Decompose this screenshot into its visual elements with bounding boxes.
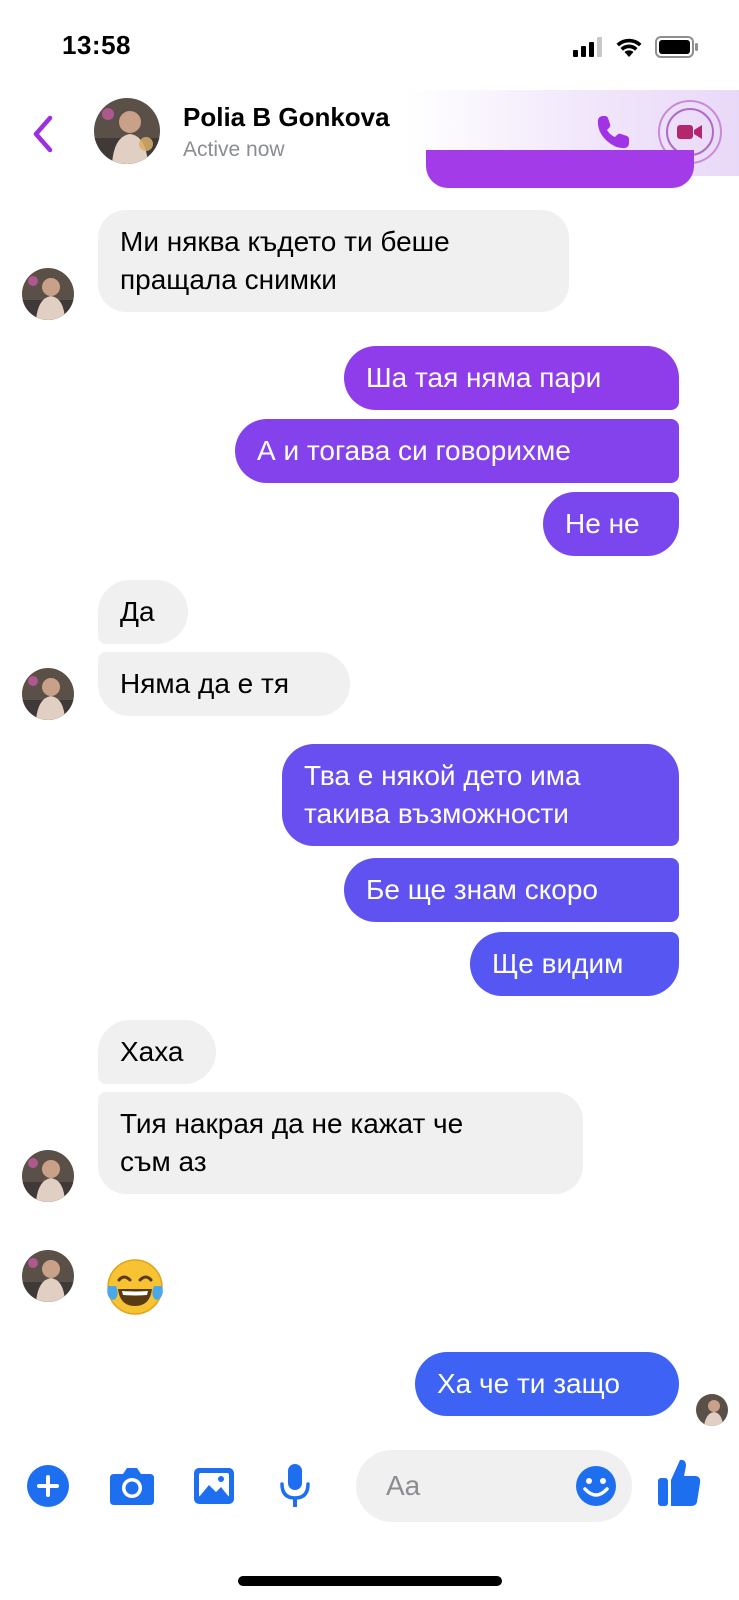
outgoing-message[interactable]: Тва е някой дето има такива възможности [282, 744, 679, 846]
camera-icon[interactable] [108, 1466, 156, 1506]
gallery-icon[interactable] [192, 1466, 236, 1506]
outgoing-message[interactable]: Ще видим [470, 932, 679, 996]
battery-icon [655, 36, 698, 58]
phone-call-icon[interactable] [591, 110, 635, 154]
emoji-icon[interactable] [574, 1464, 618, 1508]
plus-icon[interactable] [26, 1464, 70, 1508]
outgoing-message[interactable]: Бе ще знам скоро [344, 858, 679, 922]
contact-avatar-small[interactable] [22, 668, 74, 720]
incoming-message[interactable]: Хаха [98, 1020, 216, 1084]
contact-avatar-small[interactable] [22, 1150, 74, 1202]
contact-avatar[interactable] [94, 98, 160, 164]
incoming-message[interactable]: Няма да е тя [98, 652, 350, 716]
message-composer: Aa [0, 1440, 739, 1530]
message-input-placeholder: Aa [386, 1470, 421, 1501]
video-camera-icon [677, 125, 702, 139]
outgoing-message[interactable]: Ша тая няма пари [344, 346, 679, 410]
status-bar: 13:58 [0, 0, 739, 90]
home-indicator [238, 1576, 502, 1586]
incoming-message[interactable]: Тия накрая да не кажат че съм аз [98, 1092, 583, 1194]
microphone-icon[interactable] [278, 1462, 312, 1510]
wifi-icon [616, 38, 642, 57]
incoming-message[interactable]: Да [98, 580, 188, 644]
outgoing-message[interactable]: Ха че ти защо [415, 1352, 679, 1416]
back-chevron-icon[interactable] [28, 112, 58, 156]
contact-name[interactable]: Polia B Gonkova [183, 102, 390, 133]
previous-message-bubble [426, 150, 694, 188]
status-icons [573, 36, 699, 58]
seen-receipt-avatar [696, 1394, 728, 1426]
outgoing-message[interactable]: Не не [543, 492, 679, 556]
contact-avatar-small[interactable] [22, 1250, 74, 1302]
status-time: 13:58 [62, 30, 131, 60]
message-input[interactable]: Aa [356, 1450, 632, 1522]
contact-avatar-small[interactable] [22, 268, 74, 320]
signal-icon [573, 37, 602, 57]
tears-of-joy-emoji-icon[interactable] [104, 1256, 166, 1318]
contact-status: Active now [183, 138, 285, 161]
thumbs-up-icon[interactable] [656, 1456, 702, 1510]
outgoing-message[interactable]: А и тогава си говорихме [235, 419, 679, 483]
incoming-message[interactable]: Ми няква където ти беше пращала снимки [98, 210, 569, 312]
